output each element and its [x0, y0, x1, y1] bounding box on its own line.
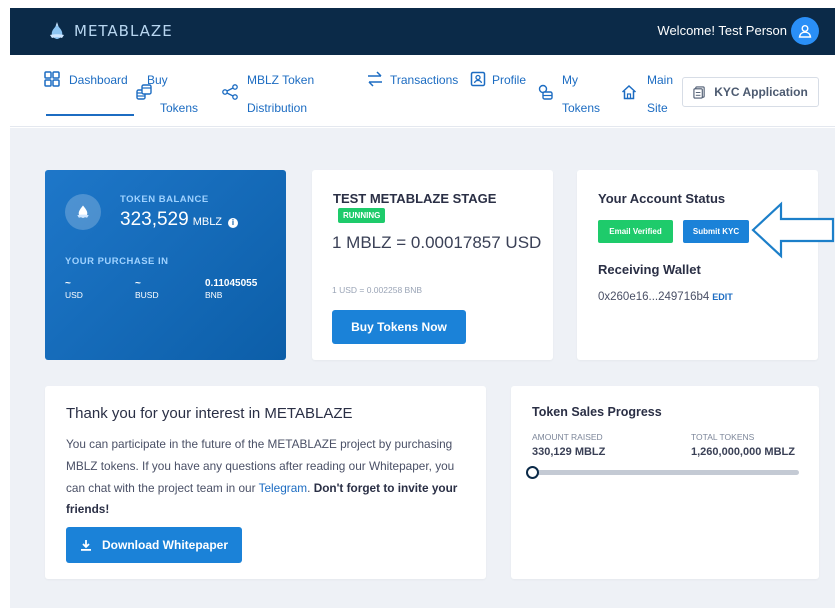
thank-you-card: Thank you for your interest in METABLAZE…	[45, 386, 486, 579]
nav-buy-tokens-label-1: Buy	[147, 73, 168, 87]
share-nodes-icon	[222, 84, 238, 100]
nav-my-tokens-label-1: My	[562, 73, 578, 87]
metablaze-logo-icon	[50, 22, 64, 39]
document-icon	[693, 85, 705, 99]
account-status-card: Your Account Status Email Verified Submi…	[577, 170, 818, 360]
amount-raised-label: AMOUNT RAISED	[532, 432, 603, 442]
thank-you-title: Thank you for your interest in METABLAZE	[66, 405, 353, 422]
edit-wallet-link[interactable]: EDIT	[712, 292, 733, 302]
buy-tokens-now-button[interactable]: Buy Tokens Now	[332, 310, 466, 344]
token-balance-card: TOKEN BALANCE 323,529 MBLZ i YOUR PURCHA…	[45, 170, 286, 360]
token-balance-label: TOKEN BALANCE	[120, 194, 209, 205]
metablaze-logo-icon	[77, 205, 89, 218]
info-icon[interactable]: i	[228, 218, 239, 228]
receiving-wallet-title: Receiving Wallet	[598, 262, 701, 277]
status-badge: RUNNING	[338, 208, 386, 223]
purchase-bnb-label: BNB	[205, 290, 223, 300]
token-sales-progress-card: Token Sales Progress AMOUNT RAISED 330,1…	[511, 386, 819, 579]
download-whitepaper-label: Download Whitepaper	[102, 538, 228, 552]
nav-my-tokens-label-2: Tokens	[562, 101, 601, 115]
user-icon	[798, 25, 812, 38]
coin-stack-icon	[538, 84, 553, 100]
total-tokens-value: 1,260,000,000 MBLZ	[691, 446, 795, 458]
sales-progress-knob[interactable]	[526, 466, 539, 479]
purchase-usd-value: ~	[65, 278, 71, 289]
id-card-icon	[470, 71, 486, 87]
nav-distribution-label-1: MBLZ Token	[247, 73, 315, 87]
nav-distribution-label-2: Distribution	[247, 101, 308, 115]
brand-logo[interactable]: METABLAZE	[46, 20, 173, 42]
token-rate: 1 MBLZ = 0.00017857 USD	[332, 233, 542, 252]
token-rate-sub: 1 USD = 0.002258 BNB	[332, 285, 423, 295]
welcome-text: Welcome! Test Person	[657, 23, 787, 38]
nav-transactions-label: Transactions	[390, 73, 459, 87]
nav-main-site-label-2: Site	[647, 101, 668, 115]
nav-active-indicator	[46, 114, 134, 116]
wallet-address-value: 0x260e16...249716b4	[598, 291, 710, 303]
purchase-bnb: 0.11045055 BNB	[205, 278, 257, 300]
home-icon	[621, 84, 637, 100]
swap-arrows-icon	[368, 71, 382, 87]
token-balance-unit: MBLZ	[192, 216, 223, 228]
email-verified-badge: Email Verified	[598, 220, 673, 243]
token-balance-amount: 323,529	[120, 209, 189, 230]
purchase-busd-value: ~	[135, 278, 141, 289]
stage-card: TEST METABLAZE STAGE RUNNING 1 MBLZ = 0.…	[312, 170, 553, 360]
purchase-busd: ~ BUSD	[135, 278, 159, 300]
stage-title: TEST METABLAZE STAGE	[333, 191, 497, 206]
token-sales-title: Token Sales Progress	[532, 405, 662, 419]
thank-you-body: You can participate in the future of the…	[66, 434, 466, 521]
total-tokens-label: TOTAL TOKENS	[691, 432, 755, 442]
purchase-usd-label: USD	[65, 290, 83, 300]
kyc-application-button[interactable]: KYC Application	[682, 77, 819, 107]
grid-icon	[44, 71, 60, 87]
purchase-bnb-value: 0.11045055	[205, 278, 258, 289]
purchase-in-label: YOUR PURCHASE IN	[65, 256, 169, 267]
purchase-busd-label: BUSD	[135, 290, 159, 300]
top-bar: METABLAZE Welcome! Test Person	[10, 8, 835, 55]
nav-main-site-label-1: Main	[647, 73, 674, 87]
submit-kyc-button[interactable]: Submit KYC	[683, 220, 749, 243]
token-balance-value: 323,529 MBLZ i	[120, 209, 239, 231]
download-whitepaper-button[interactable]: Download Whitepaper	[66, 527, 242, 563]
account-status-title: Your Account Status	[598, 191, 726, 206]
kyc-application-label: KYC Application	[714, 85, 808, 99]
nav-buy-tokens-label-2: Tokens	[160, 101, 199, 115]
main-nav: Dashboard Buy Tokens MBLZ Token Distribu…	[10, 55, 835, 127]
wallet-address: 0x260e16...249716b4 EDIT	[598, 291, 733, 303]
nav-profile-label: Profile	[492, 73, 527, 87]
brand-name: METABLAZE	[74, 22, 173, 40]
user-avatar[interactable]	[791, 17, 819, 45]
left-arrow-icon	[751, 201, 835, 259]
download-icon	[81, 540, 91, 551]
telegram-link[interactable]: Telegram	[259, 481, 308, 495]
purchase-usd: ~ USD	[65, 278, 83, 300]
amount-raised-value: 330,129 MBLZ	[532, 446, 606, 458]
sales-progress-bar	[526, 466, 799, 479]
token-avatar	[65, 194, 101, 230]
nav-dashboard-label: Dashboard	[69, 73, 128, 87]
